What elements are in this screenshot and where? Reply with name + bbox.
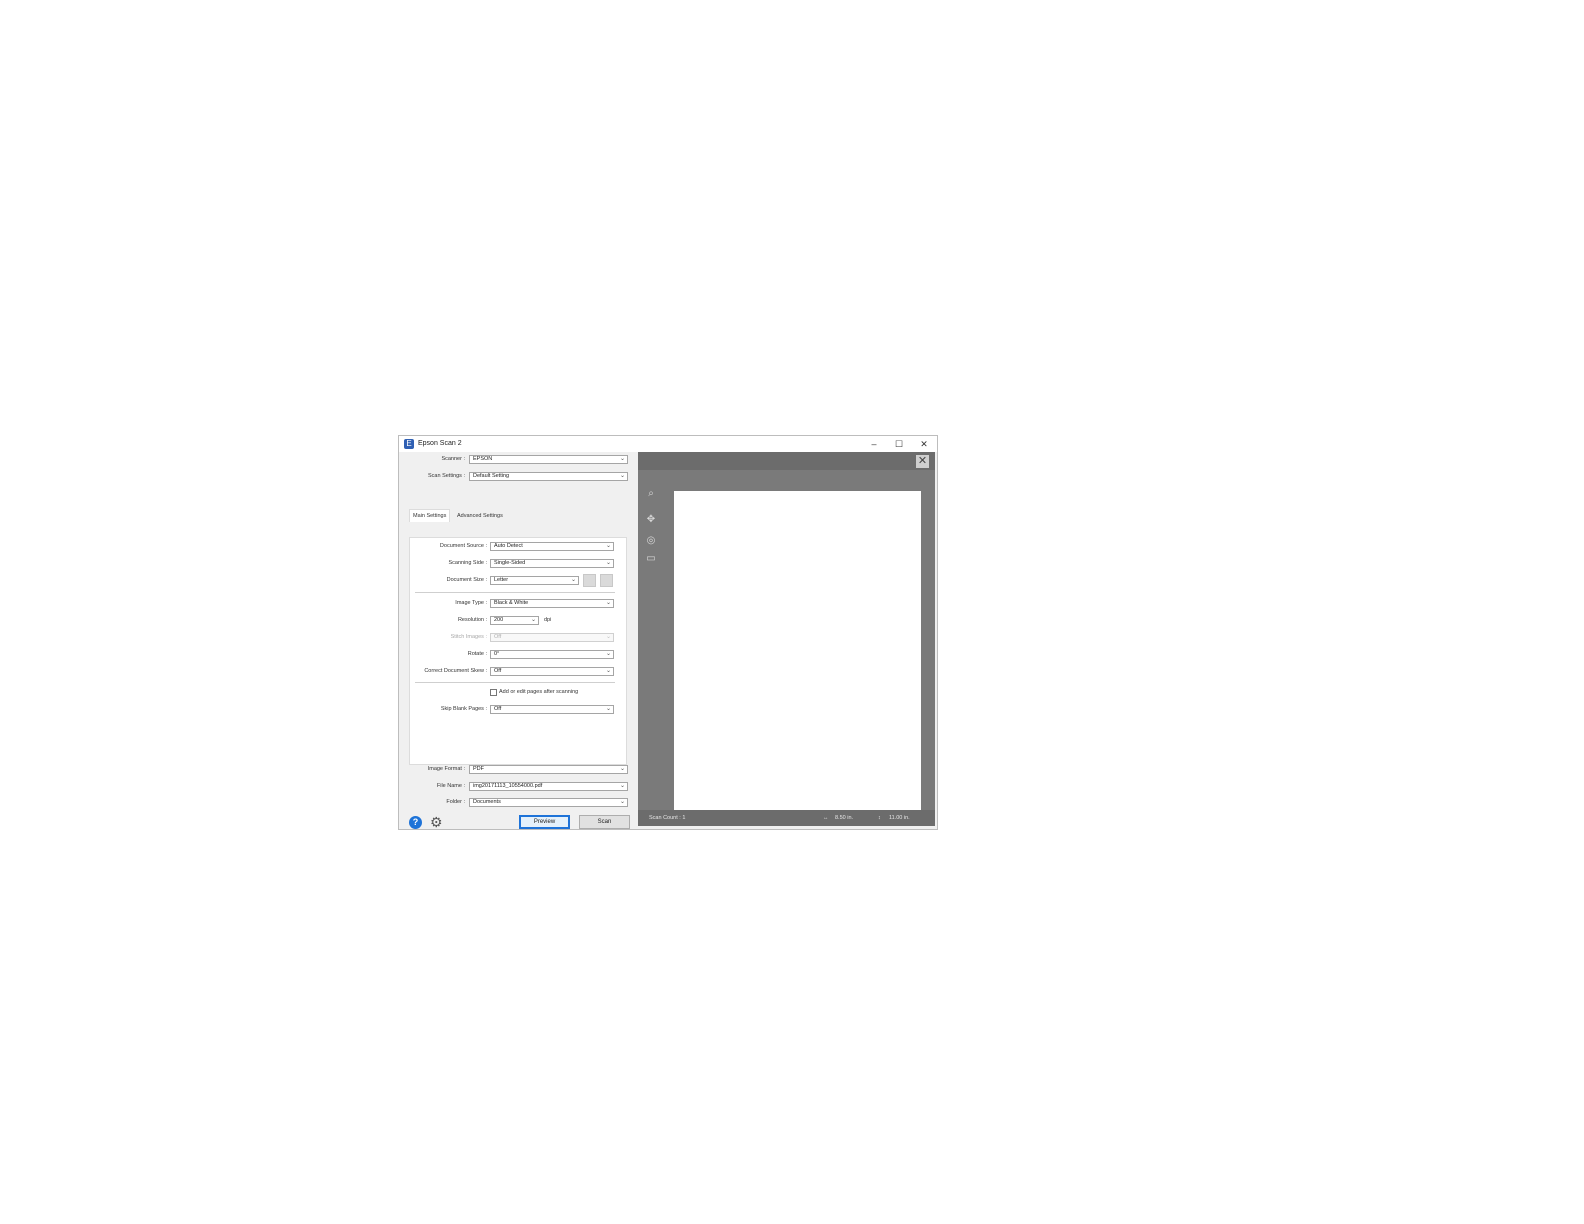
scan-button[interactable]: Scan [579, 815, 630, 829]
window-title: Epson Scan 2 [418, 440, 462, 447]
minimize-button[interactable]: – [863, 437, 885, 451]
scanning-side-select[interactable]: Single-Sided ⌄ [490, 559, 614, 568]
scanning-side-label: Scanning Side : [448, 560, 487, 566]
scan-settings-select[interactable]: Default Setting ⌄ [469, 472, 628, 481]
rotate-view-icon[interactable]: ✥ [645, 514, 657, 526]
preview-page [674, 491, 921, 812]
add-edit-pages-label: Add or edit pages after scanning [499, 689, 579, 695]
stitch-images-value: Off [494, 634, 502, 640]
document-height: 11.00 in. [889, 815, 910, 821]
tab-advanced-settings[interactable]: Advanced Settings [454, 510, 506, 522]
rotate-select[interactable]: 0° ⌄ [490, 650, 614, 659]
scan-settings-label: Scan Settings : [428, 473, 465, 479]
folder-value: Documents [473, 799, 501, 805]
stitch-images-label: Stitch Images : [450, 634, 487, 640]
image-type-label: Image Type : [455, 600, 487, 606]
resolution-value: 200 [494, 617, 504, 623]
resolution-unit: dpi [544, 617, 552, 623]
close-window-button[interactable]: ✕ [913, 437, 935, 451]
chevron-down-icon: ⌄ [605, 600, 611, 606]
image-type-select[interactable]: Black & White ⌄ [490, 599, 614, 608]
document-size-value: Letter [494, 577, 509, 583]
chevron-down-icon: ⌄ [605, 543, 611, 549]
preview-status-bar: Scan Count : 1 ↔ 8.50 in. ↕ 11.00 in. [638, 810, 935, 826]
height-icon: ↕ [878, 815, 881, 821]
crop-icon[interactable]: ◎ [645, 535, 657, 547]
gear-icon[interactable]: ⚙ [430, 815, 443, 829]
chevron-down-icon: ⌄ [570, 577, 576, 583]
file-name-select[interactable]: img20171113_10554000.pdf ⌄ [469, 782, 628, 791]
image-format-value: PDF [473, 766, 484, 772]
chevron-down-icon: ⌄ [605, 634, 611, 640]
epson-scan-app-icon: E [404, 439, 414, 449]
divider [415, 592, 615, 593]
correct-skew-select[interactable]: Off ⌄ [490, 667, 614, 676]
chevron-down-icon: ⌄ [605, 560, 611, 566]
help-icon[interactable]: ? [409, 816, 422, 829]
width-icon: ↔ [823, 815, 829, 821]
scanner-label: Scanner : [441, 456, 465, 462]
skip-blank-select[interactable]: Off ⌄ [490, 705, 614, 714]
chevron-down-icon: ⌄ [530, 617, 536, 623]
document-source-select[interactable]: Auto Detect ⌄ [490, 542, 614, 551]
zoom-icon[interactable]: ⌕ [645, 488, 657, 500]
image-format-label: Image Format : [427, 766, 465, 772]
document-size-orientation-button[interactable] [600, 574, 613, 587]
stitch-images-select[interactable]: Off ⌄ [490, 633, 614, 642]
tab-main-settings[interactable]: Main Settings [409, 509, 451, 522]
skip-blank-value: Off [494, 706, 502, 712]
scanner-value: EPSON [473, 456, 493, 462]
preview-toolbar: ✕ [638, 452, 935, 470]
correct-skew-value: Off [494, 668, 502, 674]
scanner-select[interactable]: EPSON ⌄ [469, 455, 628, 464]
title-bar: E Epson Scan 2 – ☐ ✕ [399, 436, 937, 452]
chevron-down-icon: ⌄ [619, 799, 625, 805]
folder-select[interactable]: Documents ⌄ [469, 798, 628, 807]
document-size-select[interactable]: Letter ⌄ [490, 576, 579, 585]
chevron-down-icon: ⌄ [605, 651, 611, 657]
epson-scan-window: E Epson Scan 2 – ☐ ✕ Scanner : EPSON ⌄ Sc… [398, 435, 938, 830]
skip-blank-label: Skip Blank Pages : [440, 706, 487, 712]
chevron-down-icon: ⌄ [619, 783, 625, 789]
scan-count: Scan Count : 1 [649, 815, 686, 821]
image-format-select[interactable]: PDF ⌄ [469, 765, 628, 774]
document-size-settings-button[interactable] [583, 574, 596, 587]
preview-panel: ✕ ⌕ ✥ ◎ ▭ Scan Count : 1 ↔ 8.50 in. ↕ 11… [638, 452, 935, 826]
maximize-button[interactable]: ☐ [888, 437, 910, 451]
frame-icon[interactable]: ▭ [645, 553, 657, 565]
image-type-value: Black & White [494, 600, 529, 606]
close-preview-icon[interactable]: ✕ [916, 455, 929, 468]
document-source-value: Auto Detect [494, 543, 523, 549]
file-name-value: img20171113_10554000.pdf [473, 783, 543, 789]
document-size-label: Document Size : [446, 577, 487, 583]
correct-skew-label: Correct Document Skew : [424, 668, 487, 674]
chevron-down-icon: ⌄ [605, 668, 611, 674]
scanning-side-value: Single-Sided [494, 560, 526, 566]
rotate-value: 0° [494, 651, 500, 657]
preview-button[interactable]: Preview [519, 815, 570, 829]
resolution-label: Resolution : [457, 617, 487, 623]
chevron-down-icon: ⌄ [619, 456, 625, 462]
file-name-label: File Name : [436, 783, 465, 789]
document-width: 8.50 in. [835, 815, 854, 821]
resolution-select[interactable]: 200 ⌄ [490, 616, 539, 625]
rotate-label: Rotate : [467, 651, 487, 657]
settings-panel: Scanner : EPSON ⌄ Scan Settings : Default… [399, 452, 635, 829]
divider [415, 682, 615, 683]
document-source-label: Document Source : [439, 543, 487, 549]
chevron-down-icon: ⌄ [619, 766, 625, 772]
chevron-down-icon: ⌄ [619, 473, 625, 479]
scan-settings-value: Default Setting [473, 473, 510, 479]
chevron-down-icon: ⌄ [605, 706, 611, 712]
add-edit-pages-checkbox[interactable] [490, 689, 497, 696]
folder-label: Folder : [446, 799, 465, 805]
